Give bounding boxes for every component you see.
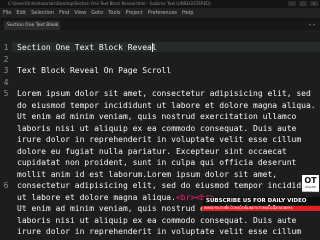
maximize-button[interactable]: □ (299, 1, 307, 6)
window-title: C:\Users\Onlinetutorials\Desktop\Section… (8, 1, 211, 6)
code-line: ut labore et dolore magna aliqua.<br><br… (17, 192, 214, 204)
code-line: laboris nisi ut aliquip ex ea commodo co… (17, 123, 297, 133)
code-line: dolore eu fugiat nulla pariatur. Excepte… (17, 146, 287, 156)
line-number: 1 (3, 43, 9, 52)
code-line: Section One Text Block Reveal (17, 43, 157, 52)
minimize-button[interactable]: – (288, 1, 296, 6)
channel-logo: OT ONLINE TUTORIALS (302, 175, 319, 194)
window-controls: – □ ✕ (288, 1, 318, 6)
line-number: 4 (3, 77, 9, 87)
menu-tools[interactable]: Tools (108, 8, 120, 18)
line-number-gutter: 1 2 3 4 5 6 (0, 30, 12, 240)
subscribe-banner[interactable]: SUBSCRIBE US FOR DAILY VIDEO (203, 197, 320, 205)
code-line: laboris nisi ut aliquip ex ea commodo co… (17, 215, 297, 225)
code-line: consectetur adipisicing elit, sed do eiu… (17, 181, 316, 190)
code-line: irure dolor in reprehenderit in voluptat… (17, 227, 302, 236)
code-text: ut labore et dolore magna aliqua. (17, 192, 176, 202)
code-line: Lorem ipsum dolor sit amet, consectetur … (17, 89, 311, 98)
code-line: irure dolor in reprehenderit in voluptat… (17, 135, 302, 144)
file-tab[interactable]: Section One Text Block Reveal × (4, 21, 60, 37)
tab-navigation: ◂ ▸ (308, 22, 316, 29)
code-line: mollit anim id est laborum.Lorem ipsum d… (17, 169, 278, 179)
tab-close-icon[interactable]: × (54, 21, 57, 30)
close-button[interactable]: ✕ (310, 1, 318, 6)
code-line: Ut enim ad minim veniam, quis nostrud ex… (17, 112, 297, 121)
menu-bar: File Edit Selection Find View Goto Tools… (0, 8, 320, 19)
subscribe-text: SUBSCRIBE US FOR DAILY VIDEO (206, 198, 307, 204)
code-line: do eiusmod tempor incididunt ut labore e… (17, 100, 316, 110)
text-cursor (152, 43, 153, 52)
menu-preferences[interactable]: Preferences (148, 8, 177, 18)
title-bar: C:\Users\Onlinetutorials\Desktop\Section… (0, 0, 320, 8)
menu-help[interactable]: Help (182, 8, 193, 18)
menu-edit[interactable]: Edit (16, 8, 26, 18)
menu-project[interactable]: Project (126, 8, 143, 18)
code-line: Text Block Reveal On Page Scroll (17, 66, 172, 75)
logo-text: OT (304, 176, 317, 185)
menu-selection[interactable]: Selection (31, 8, 54, 18)
menu-file[interactable]: File (3, 8, 11, 18)
line-number: 5 (3, 89, 9, 98)
line-number: 2 (3, 54, 9, 64)
channel-url-banner[interactable]: WWW.YOUTUBE.COM/C/ONLINETUTORIALS4DESIGN… (202, 206, 320, 211)
tab-right-arrow-icon[interactable]: ▸ (313, 22, 316, 29)
menu-goto[interactable]: Goto (91, 8, 103, 18)
menu-view[interactable]: View (74, 8, 86, 18)
channel-url-text: WWW.YOUTUBE.COM/C/ONLINETUTORIALS4DESIGN… (204, 206, 293, 210)
line-number: 6 (3, 181, 9, 190)
tab-bar: Section One Text Block Reveal × ◂ ▸ (0, 19, 320, 37)
menu-find[interactable]: Find (59, 8, 69, 18)
code-line: cupidatat non proident, sunt in culpa qu… (17, 158, 297, 167)
logo-subtext: ONLINE TUTORIALS (302, 185, 319, 194)
line-number: 3 (3, 66, 9, 75)
tab-left-arrow-icon[interactable]: ◂ (308, 22, 311, 29)
